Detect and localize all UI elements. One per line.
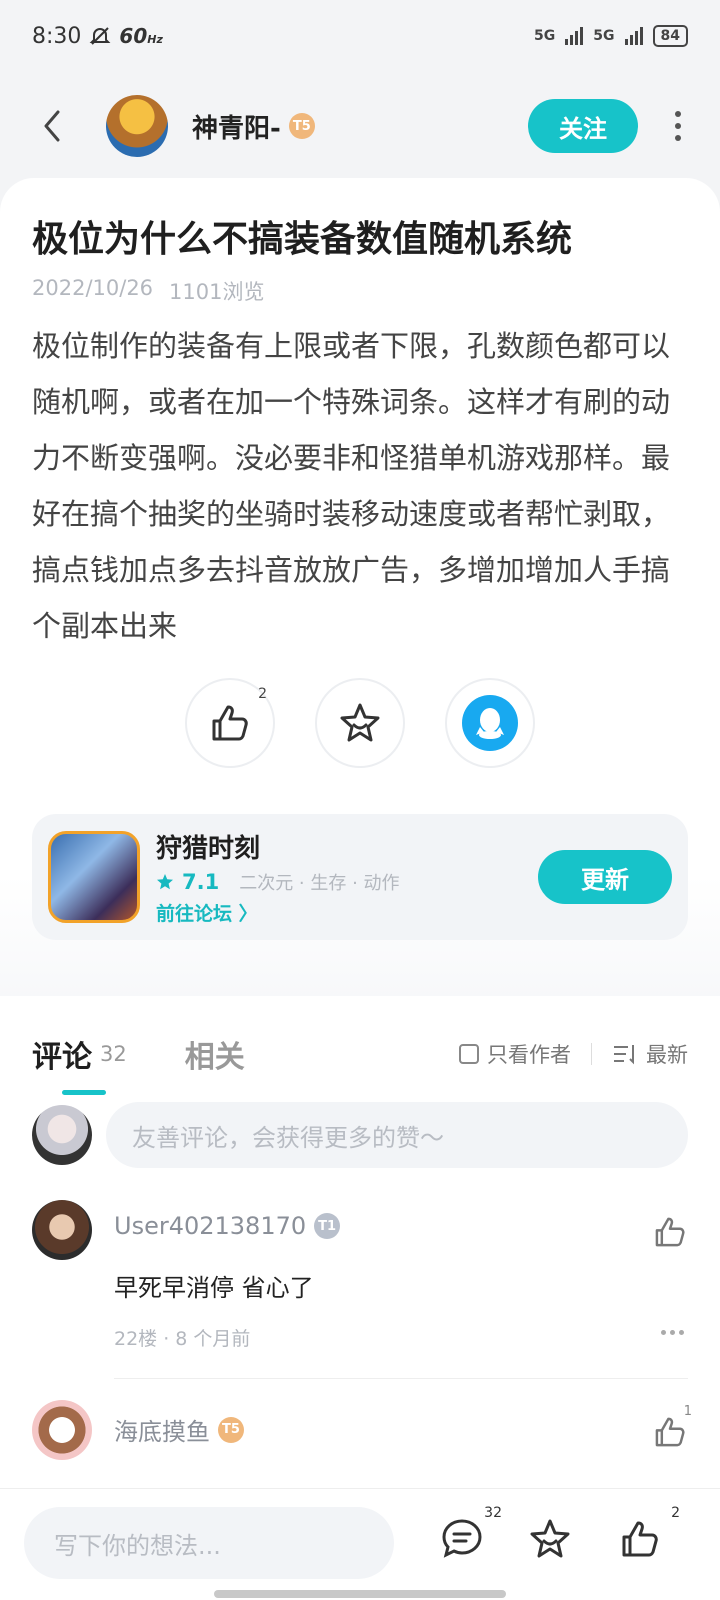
chevron-left-icon — [44, 110, 60, 142]
comment-text: 早死早消停 省心了 — [114, 1274, 314, 1302]
game-icon[interactable] — [48, 831, 140, 923]
post-date: 2022/10/26 — [32, 276, 154, 300]
author-name[interactable]: 神青阳- — [192, 108, 281, 145]
filter-divider — [591, 1043, 592, 1065]
network-label-2: 5G — [593, 28, 615, 44]
level-badge: T5 — [288, 113, 315, 139]
game-card[interactable]: 狩猎时刻 7.1 二次元 · 生存 · 动作 前往论坛 〉 更新 — [32, 814, 688, 940]
share-qq-button[interactable] — [445, 678, 535, 768]
game-rating: 7.1 — [182, 870, 220, 894]
qq-icon — [462, 695, 518, 751]
more-options-button[interactable] — [668, 111, 688, 141]
tab-comments[interactable]: 评论 — [32, 1032, 92, 1076]
status-time: 8:30 — [32, 23, 82, 49]
reply-input[interactable]: 写下你的想法... — [24, 1507, 394, 1579]
game-name[interactable]: 狩猎时刻 — [156, 828, 400, 865]
author-only-label[interactable]: 只看作者 — [487, 1039, 571, 1069]
favorite-bar-button[interactable] — [522, 1511, 578, 1567]
tab-related[interactable]: 相关 — [185, 1032, 245, 1076]
post-body: 极位制作的装备有上限或者下限，孔数颜色都可以随机啊，或者在加一个特殊词条。这样才… — [32, 329, 671, 643]
signal-icon — [565, 27, 584, 45]
level-badge: T1 — [314, 1213, 341, 1239]
thumbs-up-icon[interactable] — [652, 1214, 688, 1250]
star-icon — [530, 1519, 570, 1558]
post-meta: 2022/10/26 1101浏览 — [32, 276, 265, 306]
commenter-name[interactable]: User402138170 — [114, 1212, 306, 1240]
sort-latest[interactable]: 最新 — [646, 1039, 688, 1069]
refresh-rate: 60Hz — [119, 24, 163, 48]
level-badge: T5 — [218, 1416, 244, 1443]
comment-divider — [114, 1378, 688, 1379]
comment-input[interactable]: 友善评论，会获得更多的赞～ — [106, 1102, 688, 1168]
back-button[interactable] — [32, 106, 72, 146]
commenter-avatar[interactable] — [32, 1200, 92, 1260]
author-only-checkbox[interactable] — [459, 1044, 479, 1064]
update-button[interactable]: 更新 — [538, 850, 672, 904]
comment-count: 32 — [100, 1042, 127, 1066]
tab-indicator — [62, 1090, 106, 1095]
star-icon — [340, 703, 380, 742]
star-icon — [157, 874, 173, 890]
silent-bell-icon — [89, 27, 111, 45]
post-title: 极位为什么不搞装备数值随机系统 — [32, 219, 573, 260]
sort-icon[interactable] — [612, 1043, 638, 1065]
comments-button[interactable]: 32 — [434, 1505, 502, 1567]
post-views: 1101浏览 — [169, 280, 265, 304]
like-button[interactable]: 2 — [185, 678, 275, 768]
signal-icon — [624, 27, 643, 45]
status-bar: 8:30 60Hz 5G 5G 84 — [0, 0, 720, 72]
forum-link[interactable]: 前往论坛 〉 — [156, 899, 400, 926]
comments-count: 32 — [484, 1505, 502, 1521]
thumbs-up-icon[interactable] — [652, 1414, 688, 1450]
home-indicator[interactable] — [214, 1590, 506, 1598]
comment-input-row: 友善评论，会获得更多的赞～ — [32, 1102, 688, 1168]
post-header: 神青阳- T5 关注 — [0, 86, 720, 166]
commenter-name[interactable]: 海底摸鱼 — [114, 1412, 210, 1447]
user-avatar — [32, 1105, 92, 1165]
like-bar-button[interactable]: 2 — [612, 1505, 680, 1567]
favorite-button[interactable] — [315, 678, 405, 768]
commenter-avatar[interactable] — [32, 1400, 92, 1460]
comment-like-count: 1 — [683, 1404, 692, 1419]
comment-bubble-icon — [442, 1519, 482, 1558]
comment-meta: 22楼 · 8 个月前 — [114, 1328, 251, 1350]
post-actions: 2 — [0, 678, 720, 768]
post-card: 极位为什么不搞装备数值随机系统 2022/10/26 1101浏览 极位制作的装… — [0, 178, 720, 998]
like-count: 2 — [258, 686, 267, 702]
thumbs-up-icon — [622, 1521, 658, 1557]
comment-more-button[interactable] — [661, 1330, 684, 1335]
bottom-bar: 写下你的想法... 32 2 — [0, 1488, 720, 1600]
network-label-1: 5G — [534, 28, 556, 44]
comment-tabs: 评论 32 相关 只看作者 最新 — [32, 1024, 688, 1095]
likes-count: 2 — [671, 1505, 680, 1521]
battery-indicator: 84 — [652, 25, 688, 47]
game-tags: 二次元 · 生存 · 动作 — [239, 873, 400, 894]
thumbs-up-icon — [212, 705, 248, 741]
follow-button[interactable]: 关注 — [528, 99, 638, 153]
author-avatar[interactable] — [106, 95, 168, 157]
